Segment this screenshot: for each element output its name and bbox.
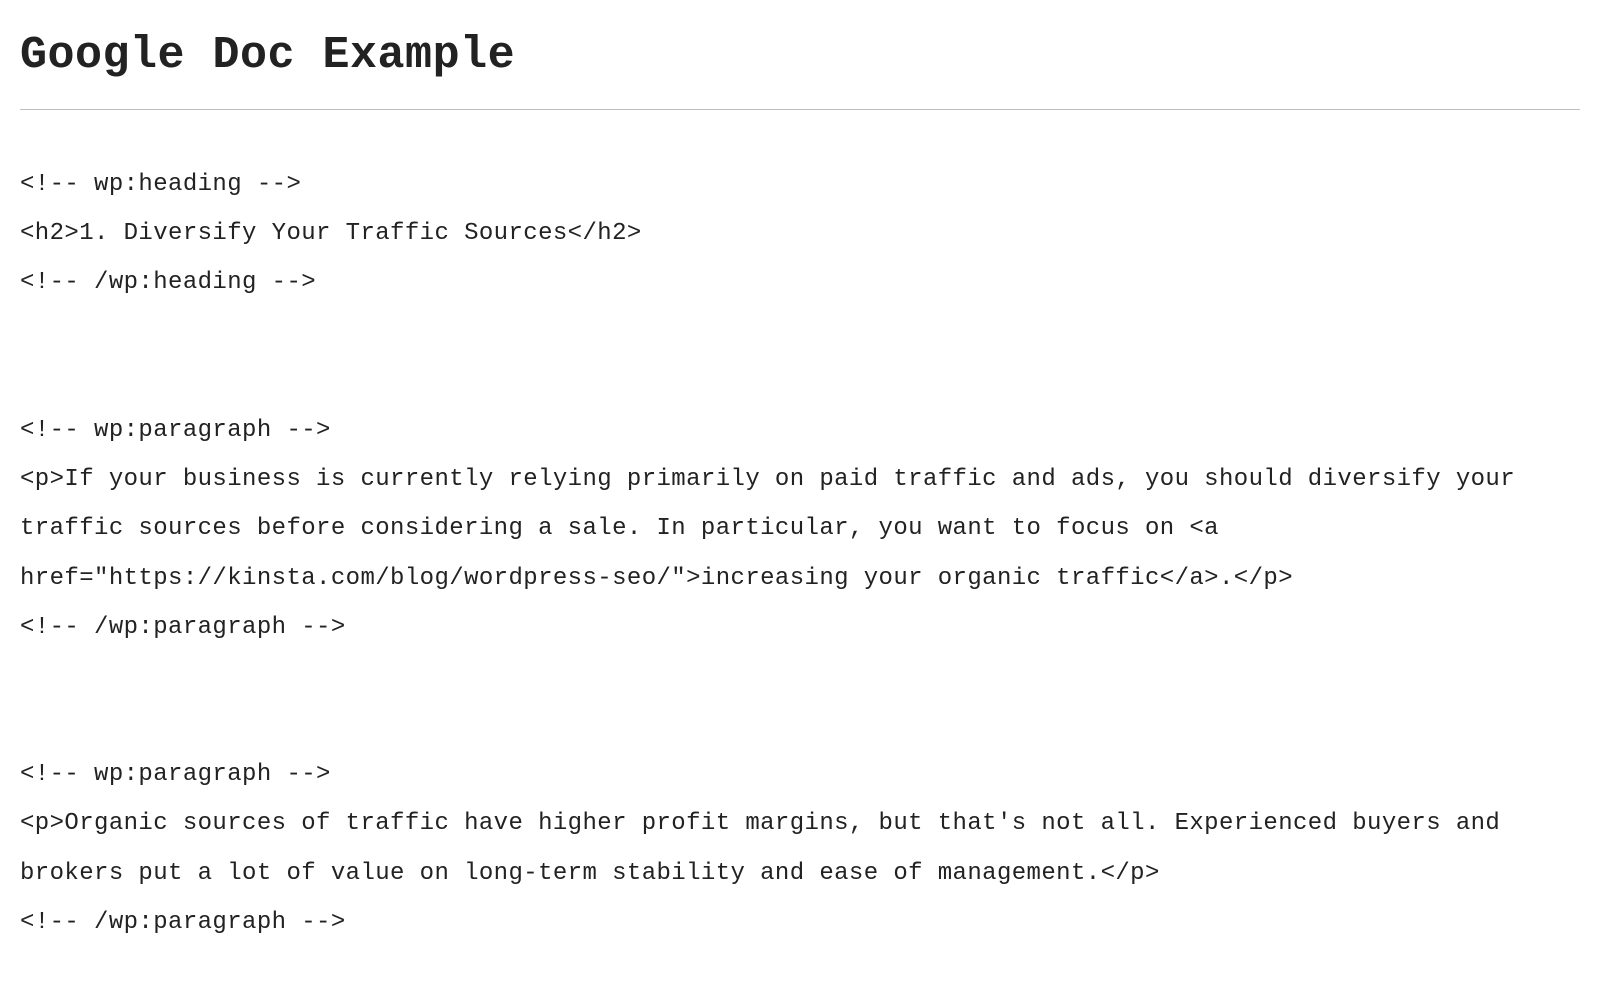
page-title: Google Doc Example xyxy=(20,30,1580,81)
page-container: Google Doc Example <!-- wp:heading --> <… xyxy=(0,0,1600,987)
code-output: <!-- wp:heading --> <h2>1. Diversify You… xyxy=(20,160,1580,947)
divider xyxy=(20,109,1580,110)
